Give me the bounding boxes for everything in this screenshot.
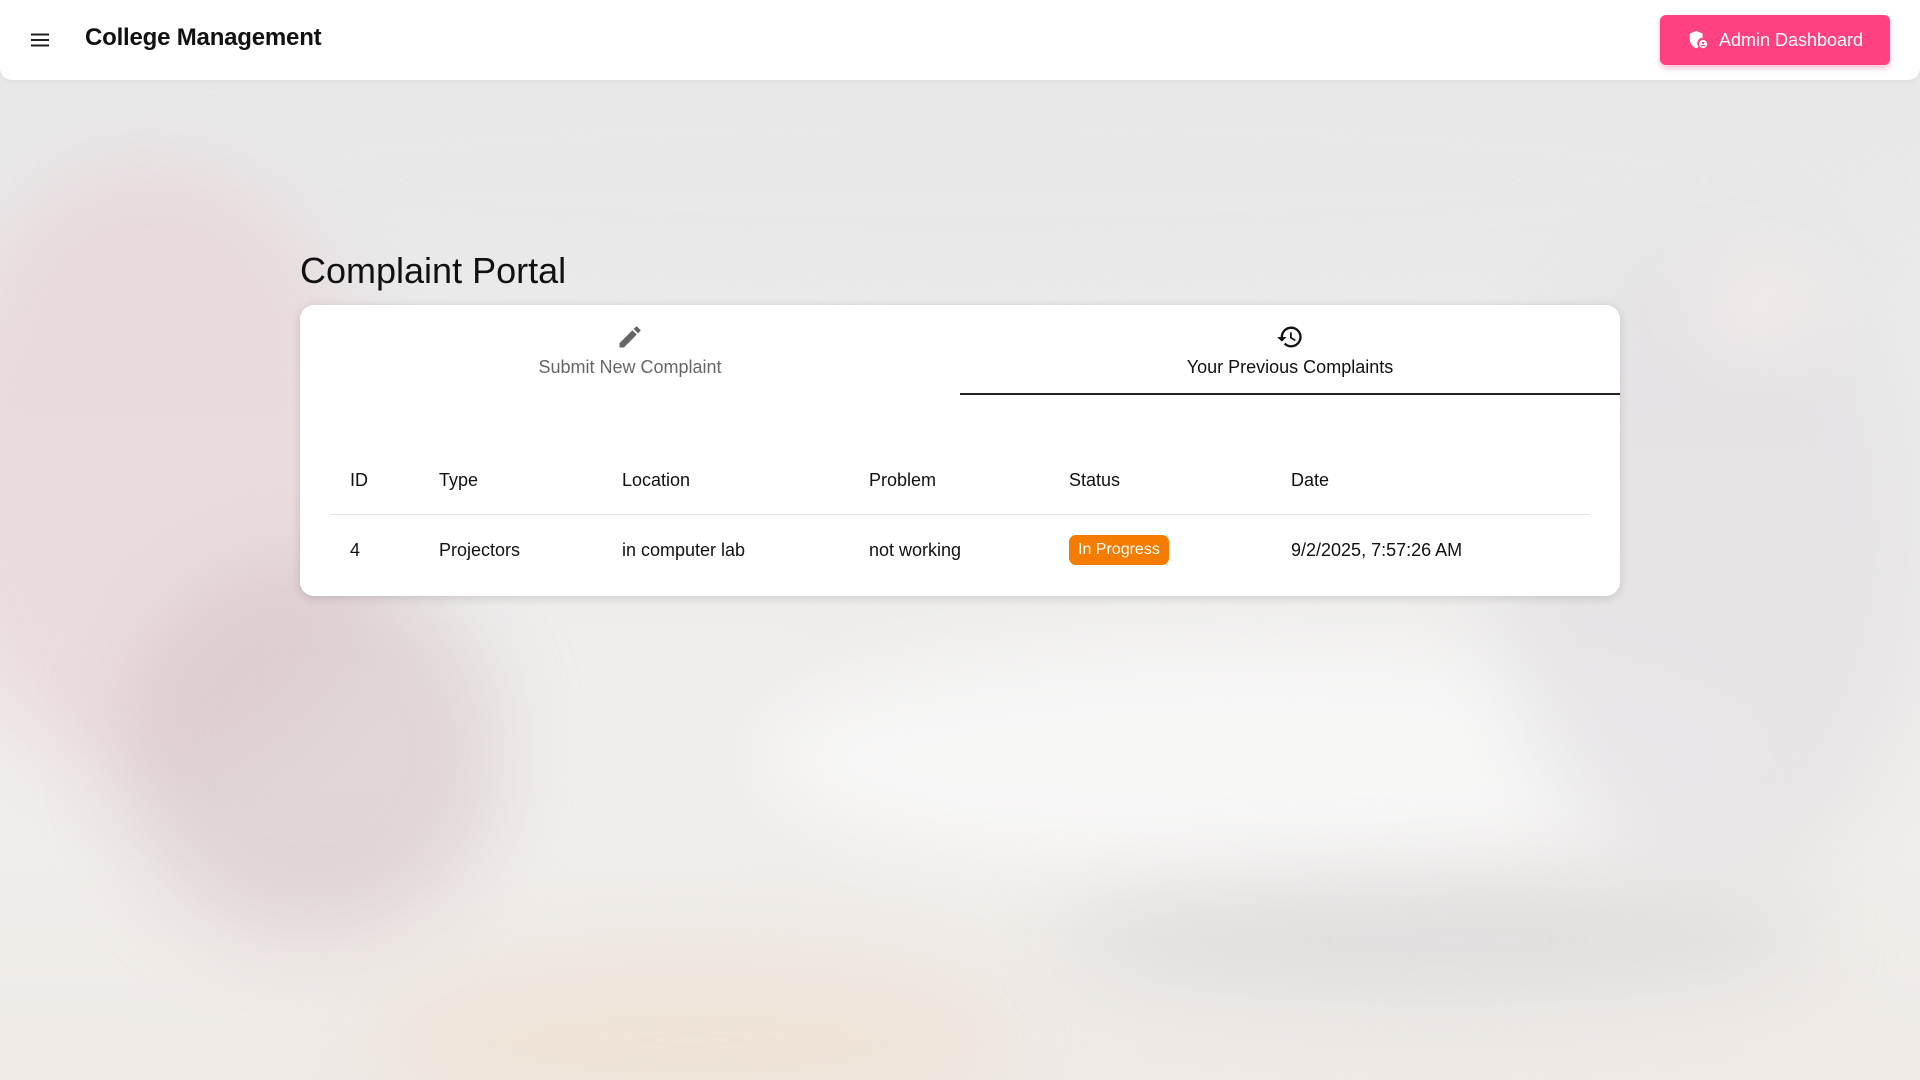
page-title: Complaint Portal	[300, 250, 567, 291]
complaint-type: Projectors	[439, 539, 521, 560]
column-header-problem: Problem	[869, 469, 937, 490]
column-header-date: Date	[1291, 469, 1330, 490]
app-bar: College Management Admin Dashboard	[0, 0, 1920, 80]
complaint-problem: not working	[869, 539, 962, 560]
column-header-location: Location	[622, 469, 691, 490]
complaint-card: Submit New Complaint Your Previous Compl…	[300, 305, 1620, 596]
admin-dashboard-button[interactable]: Admin Dashboard	[1660, 15, 1890, 65]
complaint-location: in computer lab	[622, 539, 746, 560]
column-header-type: Type	[439, 469, 479, 490]
admin-dashboard-label: Admin Dashboard	[1718, 29, 1864, 50]
history-icon	[1276, 323, 1304, 351]
pencil-icon	[616, 323, 644, 351]
tab-submit-new-complaint[interactable]: Submit New Complaint	[300, 305, 960, 395]
tab-label: Submit New Complaint	[538, 357, 722, 377]
complaint-status-cell: In Progress	[1069, 515, 1169, 585]
menu-button[interactable]	[24, 24, 56, 56]
complaint-date: 9/2/2025, 7:57:26 AM	[1291, 539, 1463, 560]
table-header-row: ID Type Location Problem Status Date	[330, 445, 1590, 515]
app-title: College Management	[85, 24, 322, 51]
status-badge: In Progress	[1069, 535, 1169, 565]
complaint-id: 4	[350, 539, 361, 560]
complaints-table: ID Type Location Problem Status Date 4 P…	[330, 445, 1590, 585]
tab-previous-complaints[interactable]: Your Previous Complaints	[960, 305, 1620, 395]
active-tab-indicator	[960, 393, 1620, 395]
column-header-status: Status	[1069, 469, 1121, 490]
table-row: 4 Projectors in computer lab not working…	[330, 515, 1590, 585]
hamburger-menu-icon	[31, 33, 49, 47]
column-header-id: ID	[350, 469, 368, 490]
admin-shield-icon	[1687, 29, 1709, 51]
tab-label: Your Previous Complaints	[1186, 357, 1394, 377]
tab-bar: Submit New Complaint Your Previous Compl…	[300, 305, 1620, 395]
